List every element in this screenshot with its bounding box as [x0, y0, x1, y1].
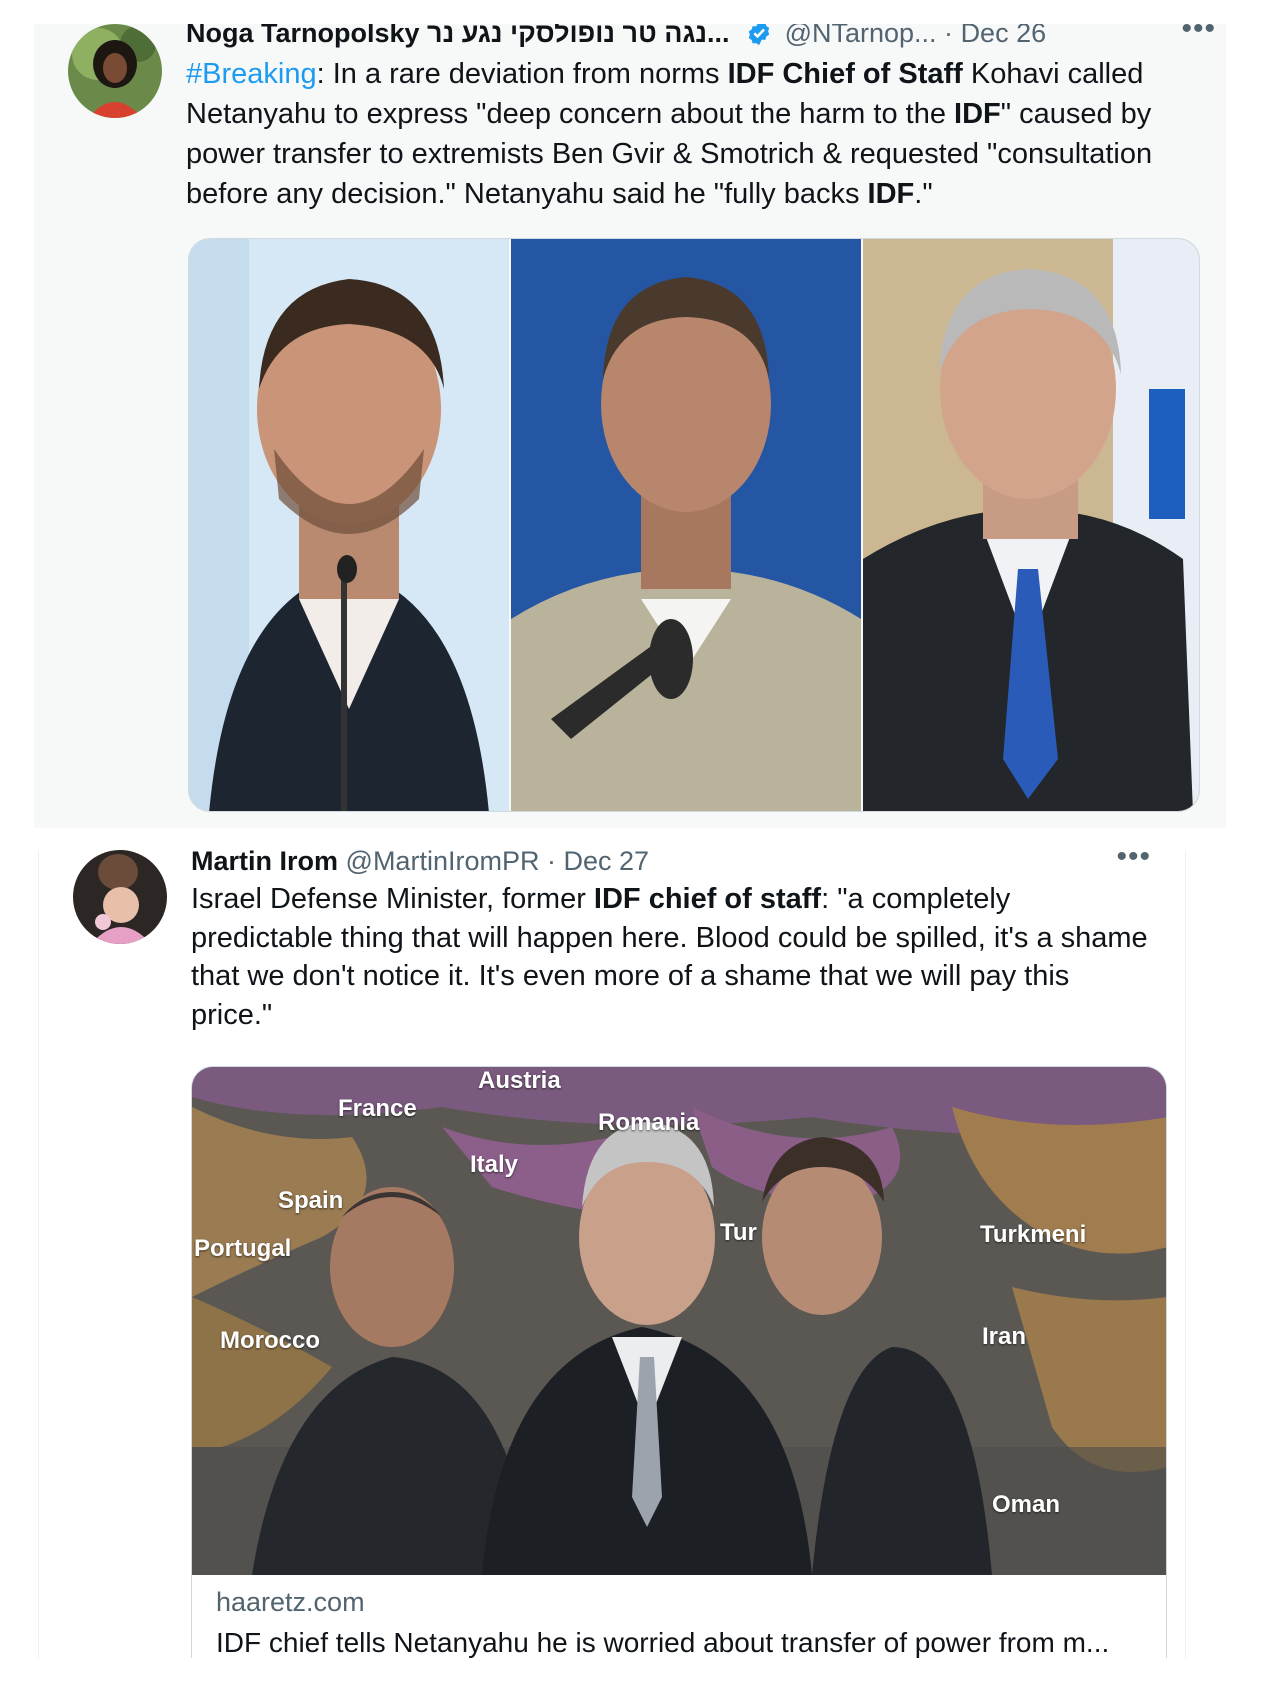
hashtag-link[interactable]: #Breaking [186, 58, 317, 90]
map-label-spain: Spain [278, 1187, 344, 1214]
author-name[interactable]: Noga Tarnopolsky נגה טר נופולסקי נגע נר.… [186, 24, 730, 48]
link-preview-card[interactable]: Austria France Romania Italy Spain Portu… [191, 1066, 1167, 1658]
photo-panel-center [511, 239, 861, 811]
map-label-morocco: Morocco [220, 1327, 321, 1354]
tweet-header: Martin Irom @MartinIromPR · Dec 27 [191, 850, 1165, 880]
text-fragment: : In a rare deviation from norms [316, 58, 728, 90]
map-label-turkey: Tur [720, 1219, 757, 1246]
tweet-card-2[interactable]: Martin Irom @MartinIromPR · Dec 27 ••• I… [38, 850, 1186, 1658]
photo-panel-right [863, 239, 1199, 811]
more-options-icon[interactable]: ••• [1116, 850, 1151, 874]
tweet-date[interactable]: Dec 27 [564, 850, 650, 876]
map-label-france: France [338, 1095, 417, 1122]
text-fragment: Israel Defense Minister, former [191, 883, 594, 915]
tweet-card-1[interactable]: Noga Tarnopolsky נגה טר נופולסקי נגע נר.… [34, 24, 1226, 828]
link-preview-image: Austria France Romania Italy Spain Portu… [192, 1067, 1166, 1575]
author-handle[interactable]: @NTarnop... [785, 24, 937, 48]
link-title[interactable]: IDF chief tells Netanyahu he is worried … [216, 1627, 1109, 1658]
tweet-photo[interactable] [188, 238, 1200, 812]
separator-dot: · [546, 850, 556, 876]
text-fragment: ." [914, 178, 933, 210]
author-avatar[interactable] [68, 24, 162, 118]
tweet-text: #Breaking: In a rare deviation from norm… [186, 54, 1206, 214]
author-handle[interactable]: @MartinIromPR [346, 850, 540, 876]
map-label-portugal: Portugal [194, 1235, 292, 1262]
verified-badge-icon [745, 24, 773, 47]
map-label-oman: Oman [992, 1491, 1061, 1518]
tweet-date[interactable]: Dec 26 [961, 24, 1047, 48]
author-name[interactable]: Martin Irom [191, 850, 338, 876]
map-label-iran: Iran [982, 1323, 1027, 1350]
bold-fragment: IDF [867, 178, 915, 210]
link-domain[interactable]: haaretz.com [216, 1587, 365, 1618]
bold-fragment: IDF chief of staff [593, 883, 822, 915]
bold-fragment: IDF Chief of Staff [727, 58, 963, 90]
bold-fragment: IDF [954, 98, 1001, 130]
map-label-austria: Austria [478, 1067, 561, 1094]
tweet-header: Noga Tarnopolsky נגה טר נופולסקי נגע נר.… [186, 24, 1206, 52]
map-label-turkmenistan: Turkmeni [980, 1221, 1087, 1248]
map-label-italy: Italy [470, 1151, 519, 1178]
more-options-icon[interactable]: ••• [1181, 24, 1216, 46]
separator-dot: · [944, 24, 954, 48]
photo-panel-left [189, 239, 509, 811]
author-avatar[interactable] [73, 850, 167, 944]
tweet-text: Israel Defense Minister, former IDF chie… [191, 880, 1151, 1034]
map-label-romania: Romania [598, 1109, 700, 1136]
